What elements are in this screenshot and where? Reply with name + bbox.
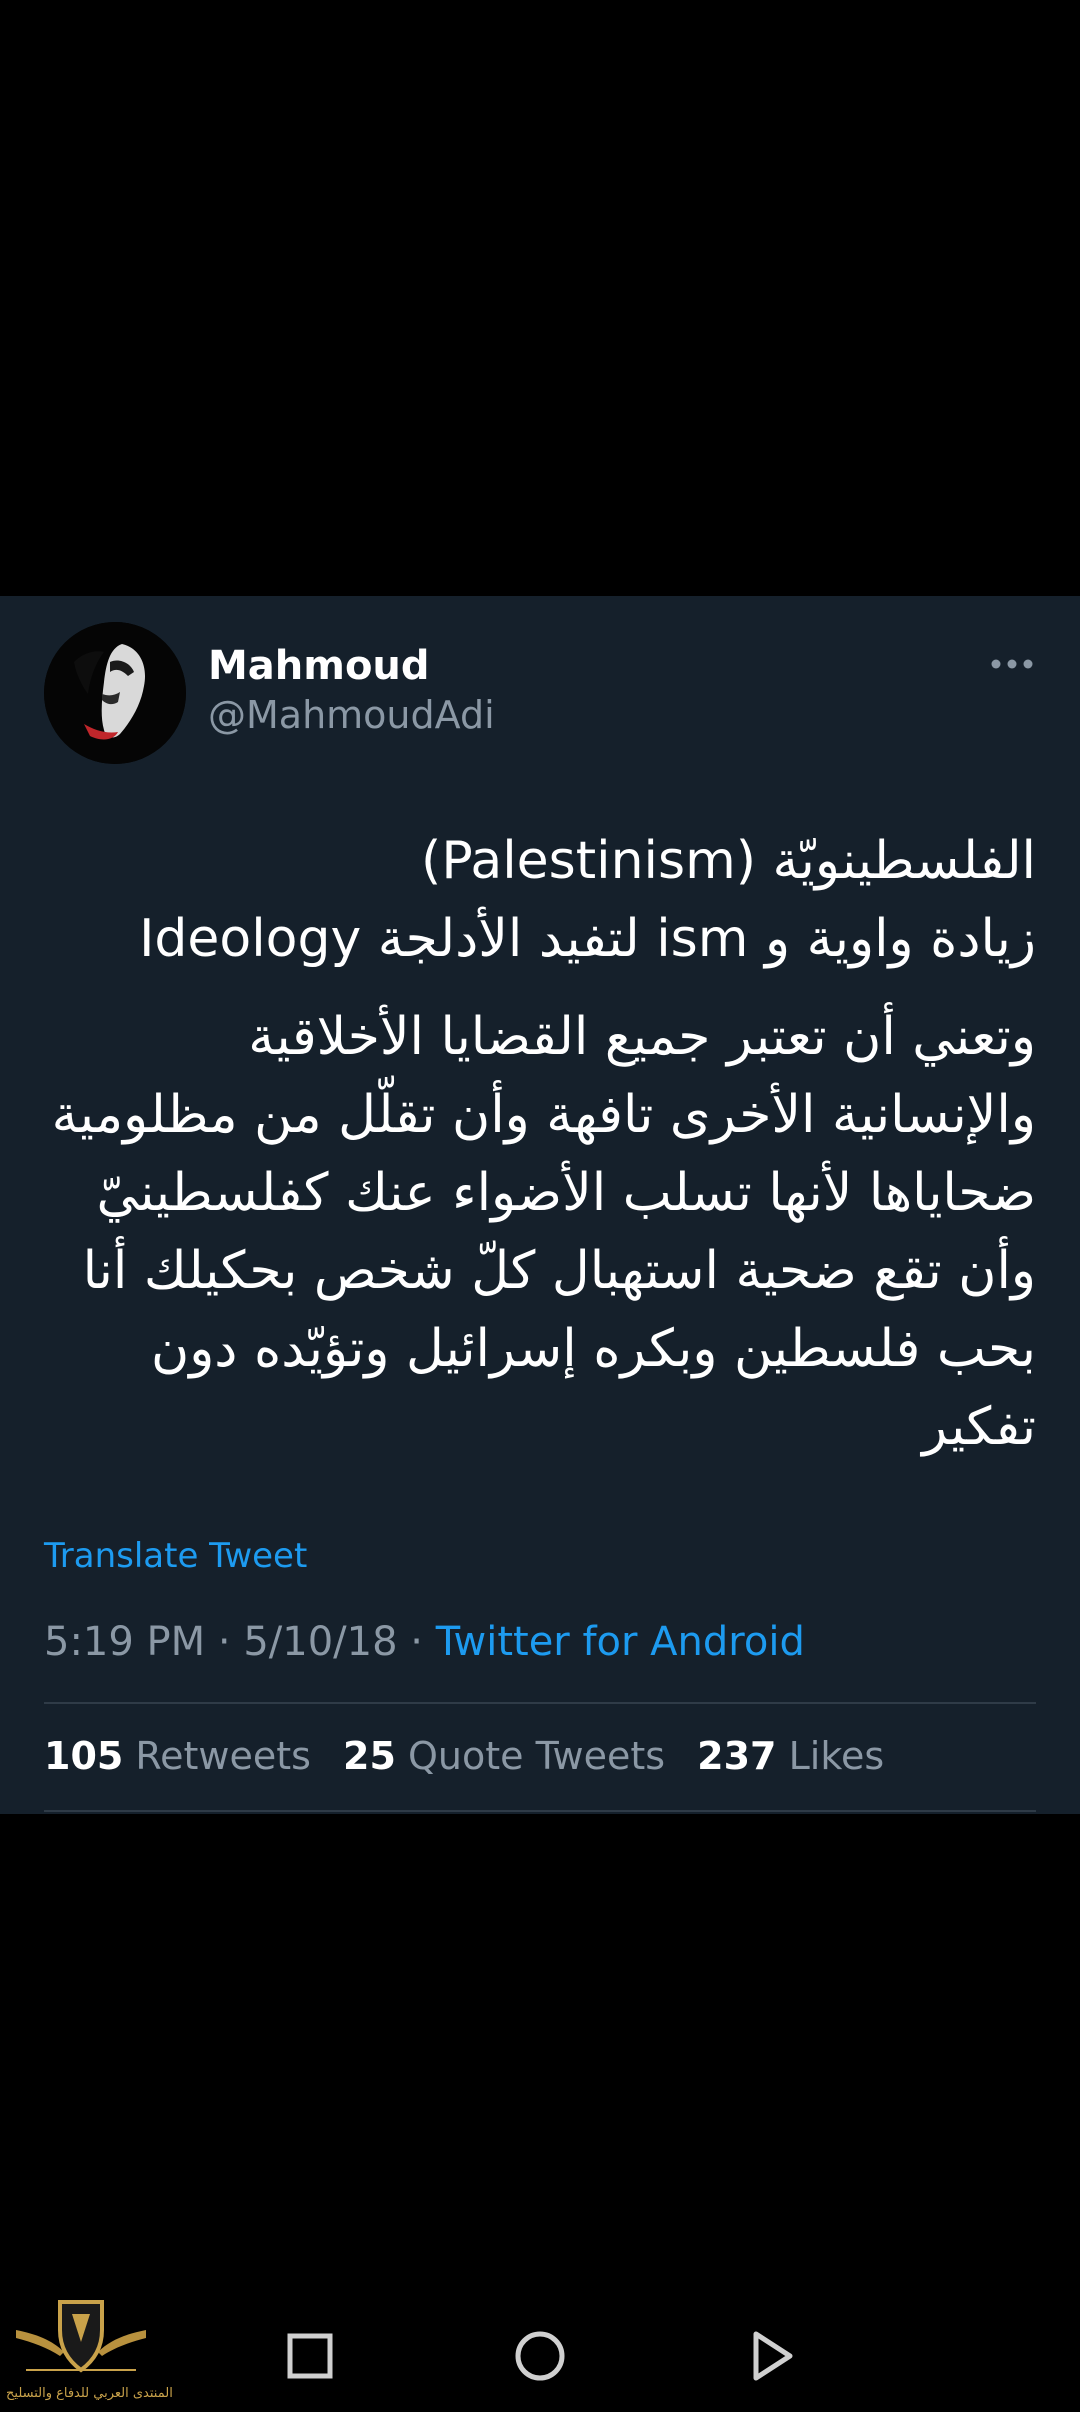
tweet-text-line: والإنسانية الأخرى تافهة وأن تقلّل من مظل… [51,1085,1036,1145]
meta-separator: · [410,1619,423,1665]
tweet-text-line: تفكير [922,1397,1036,1457]
square-icon[interactable] [274,2320,346,2392]
avatar[interactable] [44,622,186,764]
triangle-icon[interactable] [734,2320,806,2392]
likes-label: Likes [788,1734,885,1778]
more-options-icon[interactable] [986,650,1038,678]
user-handle[interactable]: @MahmoudAdi [208,692,495,738]
likes-stat[interactable]: 237 Likes [697,1734,884,1778]
tweet-stats: 105 Retweets 25 Quote Tweets 237 Likes [44,1732,904,1780]
tweet-text-line: ضحاياها لأنها تسلب الأضواء عنك كفلسطينيّ [96,1163,1036,1223]
screen: Mahmoud @MahmoudAdi الفلسطينويّة (Palest… [0,0,1080,2412]
tweet-text: الفلسطينويّة (Palestinism) زيادة واوية و… [36,822,1036,1466]
retweets-stat[interactable]: 105 Retweets [44,1734,311,1778]
tweet-text-line: الفلسطينويّة (Palestinism) [421,831,1036,891]
translate-tweet-link[interactable]: Translate Tweet [44,1534,307,1578]
tweet-date: 5/10/18 [243,1619,398,1665]
quote-tweets-stat[interactable]: 25 Quote Tweets [343,1734,665,1778]
likes-count: 237 [697,1734,777,1778]
quote-tweets-label: Quote Tweets [408,1734,666,1778]
circle-icon[interactable] [504,2320,576,2392]
quote-tweets-count: 25 [343,1734,396,1778]
tweet-text-line: زيادة واوية و ism لتفيد الأدلجة Ideology [139,909,1036,969]
tweet-text-line: وتعني أن تعتبر جميع القضايا الأخلاقية [248,1007,1036,1067]
tweet-text-line: بحب فلسطين وبكره إسرائيل وتؤيّده دون [151,1319,1036,1379]
avatar-image [44,622,186,764]
tweet-meta: 5:19 PM · 5/10/18 · Twitter for Android [44,1618,805,1666]
divider [44,1702,1036,1704]
tweet-text-line: وأن تقع ضحية استهبال كلّ شخص بحكيلك أنا [82,1241,1036,1301]
tweet-source-link[interactable]: Twitter for Android [436,1619,805,1665]
retweets-label: Retweets [135,1734,311,1778]
retweets-count: 105 [44,1734,124,1778]
display-name[interactable]: Mahmoud [208,642,430,690]
meta-separator: · [217,1619,231,1665]
tweet-card: Mahmoud @MahmoudAdi الفلسطينويّة (Palest… [0,596,1080,1814]
tweet-time: 5:19 PM [44,1619,206,1665]
android-nav-bar [0,2300,1080,2412]
divider [44,1810,1036,1812]
